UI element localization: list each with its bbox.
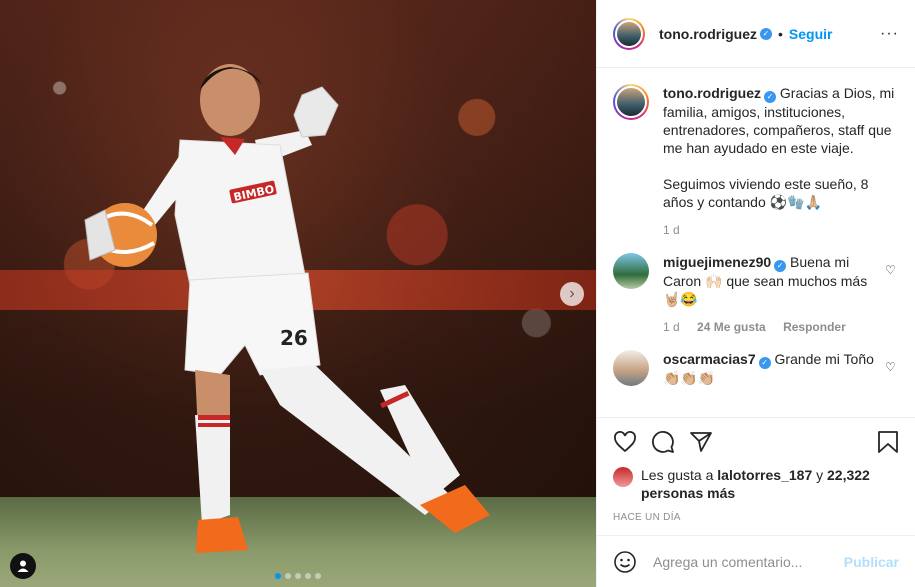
post-photo[interactable]: BIMBO 26 › — [0, 0, 596, 587]
heart-icon[interactable]: ♡ — [885, 263, 899, 336]
comment-text: Grande mi Toño — [774, 351, 874, 367]
carousel-dot — [295, 573, 301, 579]
comment-username[interactable]: oscarmacias7 — [663, 351, 756, 367]
caption-avatar[interactable] — [613, 84, 649, 120]
chevron-right-icon: › — [569, 285, 575, 302]
user-tag-button[interactable] — [10, 553, 36, 579]
caption-username[interactable]: tono.rodriguez — [663, 85, 761, 101]
caption-text-2: Seguimos viviendo este sueño, 8 años y c… — [663, 176, 869, 210]
bookmark-icon[interactable] — [877, 430, 899, 454]
comment-text: que sean muchos más — [726, 273, 868, 289]
author-username[interactable]: tono.rodriguez — [659, 26, 757, 42]
carousel-dot — [285, 573, 291, 579]
reply-button[interactable]: Responder — [783, 320, 846, 334]
liker-avatar[interactable] — [613, 467, 633, 487]
post-actions: Les gusta a lalotorres_187 y 22,322 pers… — [597, 417, 915, 535]
comments-list[interactable]: tono.rodriguez ✓ Gracias a Dios, mi famil… — [597, 68, 915, 417]
carousel-dot — [315, 573, 321, 579]
next-photo-button[interactable]: › — [560, 282, 584, 306]
liker-username[interactable]: lalotorres_187 — [717, 467, 812, 483]
heart-icon[interactable] — [613, 430, 637, 454]
comment-composer: Publicar — [597, 535, 915, 587]
goalkeeper-figure: BIMBO 26 — [84, 64, 490, 553]
comment-icon[interactable] — [651, 430, 675, 454]
verified-icon: ✓ — [758, 357, 771, 369]
carousel-dot — [275, 573, 281, 579]
action-icons — [613, 428, 899, 456]
emoji-icon[interactable] — [613, 550, 637, 574]
likes-connector: y — [816, 467, 824, 483]
post-timestamp[interactable]: HACE UN DÍA — [613, 512, 899, 535]
author-avatar[interactable] — [613, 17, 645, 50]
comment-emoji: 👏🏼👏🏼👏🏼 — [663, 370, 716, 386]
post-view: BIMBO 26 › tono.rodriguez ✓ • Seguir ···… — [0, 0, 915, 587]
separator-dot: • — [778, 25, 783, 42]
comment-time[interactable]: 1 d — [663, 320, 680, 334]
commenter-avatar[interactable] — [613, 253, 649, 289]
caption: tono.rodriguez ✓ Gracias a Dios, mi famil… — [613, 84, 899, 239]
likes-summary: Les gusta a lalotorres_187 y 22,322 pers… — [613, 466, 899, 502]
verified-icon: ✓ — [760, 27, 772, 40]
comment-input[interactable] — [653, 553, 844, 570]
more-options-icon[interactable]: ··· — [880, 25, 899, 43]
comment-item: miguejimenez90 ✓ Buena mi Caron 🙌🏻 que se… — [613, 253, 899, 336]
comment-item: oscarmacias7 ✓ Grande mi Toño 👏🏼👏🏼👏🏼 ♡ — [613, 350, 899, 387]
caption-emojis: ⚽🧤🙏🏼 — [769, 194, 822, 210]
comment-emoji: 🙌🏻 — [705, 273, 723, 289]
heart-icon[interactable]: ♡ — [885, 360, 899, 387]
publish-button[interactable]: Publicar — [844, 554, 899, 570]
verified-icon: ✓ — [774, 260, 787, 272]
comment-likes[interactable]: 24 Me gusta — [697, 320, 766, 334]
carousel-dot — [305, 573, 311, 579]
comment-emoji: 🤘🏼😂 — [663, 291, 698, 307]
share-icon[interactable] — [689, 430, 713, 454]
likes-prefix: Les gusta a — [641, 467, 714, 483]
user-tag-icon — [17, 560, 29, 572]
carousel-indicator — [275, 573, 321, 579]
caption-time[interactable]: 1 d — [663, 223, 680, 237]
follow-button[interactable]: Seguir — [789, 26, 833, 42]
commenter-avatar[interactable] — [613, 350, 649, 386]
post-sidebar: tono.rodriguez ✓ • Seguir ··· tono.rodri… — [596, 0, 915, 587]
verified-icon: ✓ — [764, 91, 776, 103]
post-header: tono.rodriguez ✓ • Seguir ··· — [597, 0, 915, 68]
svg-text:26: 26 — [280, 326, 308, 350]
comment-username[interactable]: miguejimenez90 — [663, 254, 771, 270]
